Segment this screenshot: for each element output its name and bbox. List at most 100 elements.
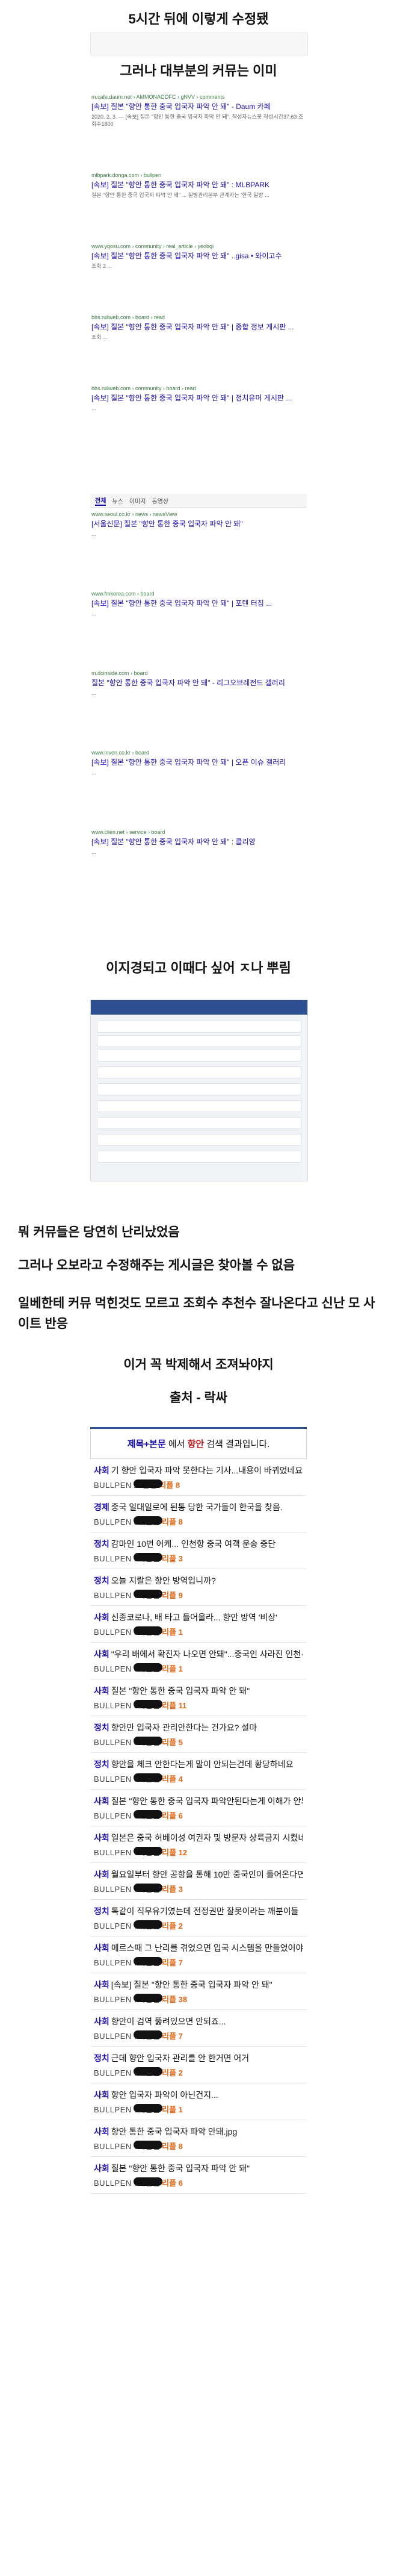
- result-title-link[interactable]: [속보] 질본 "향안 통한 중국 입국자 파악 안 돼" - Daum 카페: [91, 101, 306, 111]
- post-reply-count: 리플 6: [162, 2179, 183, 2188]
- board-post-row[interactable]: 사회 기 향안 입국자 파악 못한다는 기사...내용이 바뀌었네요? BULLPE…: [90, 1459, 307, 1496]
- result-title-link[interactable]: [속보] 질본 "향안 통한 중국 입국자 파악 안 돼" : MLBPARK: [91, 179, 306, 190]
- board-post-row[interactable]: 사회 신종코로나, 배 타고 들어올라... 향안 방역 '비상' BULLPEN …: [90, 1606, 307, 1643]
- post-title[interactable]: 사회 향안 통한 중국 입국자 파악 안돼.jpg: [94, 2126, 303, 2138]
- post-title[interactable]: 사회 신종코로나, 배 타고 들어올라... 향안 방역 '비상': [94, 1611, 303, 1623]
- post-source: BULLPEN: [94, 2068, 132, 2077]
- result-url[interactable]: www.seoul.co.kr › news › newsView: [91, 511, 306, 517]
- post-title[interactable]: 경제 중국 일대일로에 된통 당한 국가들이 한국을 찾음.: [94, 1501, 303, 1513]
- board-post-row[interactable]: 사회 월요일부터 향안 공항을 통해 10만 중국인이 들어온다면 BULLPEN …: [90, 1863, 307, 1900]
- post-title[interactable]: 사회 [속보] 질본 "향안 통한 중국 입국자 파악 안 돼": [94, 1979, 303, 1991]
- post-meta: BULLPEN 6시간전 리플 1: [94, 1663, 303, 1674]
- board-post-row[interactable]: 사회향안 통한 중국 입국자 파악 안돼.jpg BULLPEN 7시간전 리플 …: [90, 2120, 307, 2157]
- caption-riot: 뭐 커뮤들은 당연히 난리났었음: [18, 1225, 180, 1239]
- result-url[interactable]: www.clien.net › service › board: [91, 829, 306, 835]
- post-title[interactable]: 사회 일본은 중국 허베이성 여권자 및 방문자 상륙금지 시켰네요.: [94, 1832, 303, 1844]
- result-title-link[interactable]: 질본 "향안 통한 중국 입국자 파악 안 돼" - 리그오브레전드 갤러리: [91, 677, 306, 688]
- redaction-scribble: [134, 2177, 162, 2186]
- redaction-scribble: [134, 1810, 162, 1818]
- board-post-row[interactable]: 정치감마인 10번 어케... 인천항 중국 여객 운송 중단 BULLPEN 6…: [90, 1532, 307, 1569]
- post-title-text[interactable]: 오늘 지랄은 향안 방역입니까?: [111, 1576, 216, 1585]
- post-title-text[interactable]: [속보] 질본 "향안 통한 중국 입국자 파악 안 돼": [111, 1980, 272, 1990]
- result-url[interactable]: www.fmkorea.com › board: [91, 591, 306, 597]
- result-title-link[interactable]: [속보] 질본 "향안 통한 중국 입국자 파악 안 돼" | 오픈 이슈 갤러…: [91, 757, 306, 767]
- post-title[interactable]: 정치 톡같이 직무유기였는데 전정권만 잘못이라는 깨분이들: [94, 1905, 303, 1917]
- board-post-row[interactable]: 정치근데 향안 입국자 관리를 안 한거면 어거 BULLPEN 7시간전 리플 …: [90, 2047, 307, 2083]
- post-title[interactable]: 사회 기 향안 입국자 파악 못한다는 기사...내용이 바뀌었네요?: [94, 1464, 303, 1476]
- post-title-text[interactable]: 메르스때 그 난리를 겪었으면 입국 시스템을 만들었어야지...: [111, 1943, 303, 1953]
- result-title-link[interactable]: [서울신문] 질본 "향안 통한 중국 입국자 파악 안 돼": [91, 518, 306, 529]
- result-url[interactable]: m.cafe.daum.net › AMMONACOFC › gNVV › co…: [91, 94, 306, 100]
- post-title-text[interactable]: 기 향안 입국자 파악 못한다는 기사...내용이 바뀌었네요?: [111, 1466, 303, 1475]
- post-title[interactable]: 사회 질본 "향안 통한 중국 입국자 파악 안 돼": [94, 2162, 303, 2174]
- board-post-row[interactable]: 정치오늘 지랄은 향안 방역입니까? BULLPEN 7시간전 리플 9: [90, 1569, 307, 1606]
- post-title-text[interactable]: 질본 "향안 통한 중국 입국자 파악 안 돼": [111, 1686, 250, 1696]
- post-title[interactable]: 사회 질본 "향안 통한 중국 입국자 파악안된다는게 이해가 안되는데: [94, 1795, 303, 1807]
- search-results-2: 전체 뉴스 이미지 동영상 www.seoul.co.kr › news › news…: [90, 494, 307, 905]
- board-post-row[interactable]: 사회향안이 검역 뚫려있으면 안되죠... BULLPEN 7시간전 리플 7: [90, 2010, 307, 2047]
- post-title[interactable]: 정치 향안을 체크 안한다는게 말이 안되는건데 황당하네요: [94, 1758, 303, 1770]
- post-title-text[interactable]: 향안을 체크 안한다는게 말이 안되는건데 황당하네요: [111, 1759, 294, 1769]
- search-results-1: m.cafe.daum.net › AMMONACOFC › gNVV › co…: [90, 90, 307, 453]
- post-title[interactable]: 사회 향안이 검역 뚫려있으면 안되죠...: [94, 2015, 303, 2027]
- post-title-text[interactable]: 근데 향안 입국자 관리를 안 한거면 어거: [111, 2053, 249, 2063]
- result-title-link[interactable]: [속보] 질본 "향안 통한 중국 입국자 파악 안 돼" | 포텐 터짐 ..…: [91, 598, 306, 608]
- post-title[interactable]: 사회 향안 입국자 파악이 아닌건지...: [94, 2089, 303, 2101]
- result-url[interactable]: m.dcinside.com › board: [91, 670, 306, 676]
- board-post-row[interactable]: 사회질본 "향안 통한 중국 입국자 파악 안 돼" BULLPEN 7시간전 리…: [90, 2157, 307, 2194]
- post-title[interactable]: 정치 오늘 지랄은 향안 방역입니까?: [94, 1575, 303, 1587]
- result-title-link[interactable]: [속보] 질본 "향안 통한 중국 입국자 파악 안 돼" : 클리앙: [91, 836, 306, 847]
- redaction-scribble: [134, 1553, 162, 1561]
- result-url[interactable]: www.inven.co.kr › board: [91, 750, 306, 756]
- post-reply-count: 리플 7: [162, 2032, 183, 2041]
- post-category: 정치: [94, 2053, 109, 2063]
- post-title[interactable]: 사회 질본 "향안 통한 중국 입국자 파악 안 돼": [94, 1685, 303, 1697]
- post-reply-count: 리플 3: [162, 1554, 183, 1563]
- post-title-text[interactable]: 향안만 입국자 관리안한다는 건가요? 설마: [111, 1723, 257, 1732]
- board-post-row[interactable]: 정치톡같이 직무유기였는데 전정권만 잘못이라는 깨분이들 BULLPEN 7시간…: [90, 1900, 307, 1937]
- post-title[interactable]: 정치 감마인 10번 어케... 인천항 중국 여객 운송 중단: [94, 1538, 303, 1550]
- post-title-text[interactable]: 질본 "향안 통한 중국 입국자 파악 안 돼": [111, 2164, 250, 2173]
- post-category: 정치: [94, 1576, 109, 1585]
- post-title-text[interactable]: 중국 일대일로에 된통 당한 국가들이 한국을 찾음.: [111, 1502, 283, 1512]
- community-screenshot: [90, 1000, 308, 1181]
- result-url[interactable]: bbs.ruliweb.com › board › read: [91, 314, 306, 320]
- post-meta: BULLPEN 7시간전 리플 2: [94, 1920, 303, 1931]
- board-post-row[interactable]: 사회 질본 "향안 통한 중국 입국자 파악안된다는게 이해가 안되는데 BULLP…: [90, 1790, 307, 1826]
- post-source: BULLPEN: [94, 1554, 132, 1563]
- post-title[interactable]: 정치 근데 향안 입국자 관리를 안 한거면 어거: [94, 2052, 303, 2064]
- result-title-link[interactable]: [속보] 질본 "향안 통한 중국 입국자 파악 안 돼" | 종합 정보 게시…: [91, 322, 306, 332]
- post-meta: BULLPEN 7시간전 리플 12: [94, 1846, 303, 1858]
- search-tabs[interactable]: 전체 뉴스 이미지 동영상: [90, 494, 307, 508]
- post-title-text[interactable]: 향안 통한 중국 입국자 파악 안돼.jpg: [111, 2127, 237, 2136]
- result-title-link[interactable]: [속보] 질본 "향안 통한 중국 입국자 파악 안 돼" ..gisa • 와…: [91, 250, 306, 261]
- board-post-row[interactable]: 경제중국 일대일로에 된통 당한 국가들이 한국을 찾음. BULLPEN 3시간…: [90, 1496, 307, 1532]
- post-title-text[interactable]: 향안이 검역 뚫려있으면 안되죠...: [111, 2017, 226, 2026]
- post-title-text[interactable]: 질본 "향안 통한 중국 입국자 파악안된다는게 이해가 안되는데: [111, 1796, 303, 1806]
- board-post-row[interactable]: 사회"우리 배에서 확진자 나오면 안돼"...중국인 사라진 인천·평택...…: [90, 1643, 307, 1679]
- post-title-text[interactable]: 월요일부터 향안 공항을 통해 10만 중국인이 들어온다면: [111, 1870, 303, 1879]
- board-post-row[interactable]: 사회[속보] 질본 "향안 통한 중국 입국자 파악 안 돼" BULLPEN 7…: [90, 1973, 307, 2010]
- board-post-row[interactable]: 사회 일본은 중국 허베이성 여권자 및 방문자 상륙금지 시켰네요. BULLPE…: [90, 1826, 307, 1863]
- result-url[interactable]: www.ygosu.com › community › real_article…: [91, 243, 306, 249]
- post-title-text[interactable]: 향안 입국자 파악이 아닌건지...: [111, 2090, 218, 2100]
- post-title-text[interactable]: 톡같이 직무유기였는데 전정권만 잘못이라는 깨분이들: [111, 1906, 299, 1916]
- post-title[interactable]: 사회 메르스때 그 난리를 겪었으면 입국 시스템을 만들었어야지...: [94, 1942, 303, 1954]
- post-title-text[interactable]: 일본은 중국 허베이성 여권자 및 방문자 상륙금지 시켰네요.: [111, 1833, 303, 1843]
- post-title[interactable]: 정치 향안만 입국자 관리안한다는 건가요? 설마: [94, 1722, 303, 1734]
- post-reply-count: 리플 1: [162, 1628, 183, 1637]
- board-post-row[interactable]: 사회 메르스때 그 난리를 겪었으면 입국 시스템을 만들었어야지... BULLP…: [90, 1937, 307, 1973]
- post-title-text[interactable]: 감마인 10번 어케... 인천항 중국 여객 운송 중단: [111, 1539, 275, 1549]
- post-title-text[interactable]: 신종코로나, 배 타고 들어올라... 향안 방역 '비상': [111, 1613, 277, 1622]
- board-post-row[interactable]: 정치향안만 입국자 관리안한다는 건가요? 설마 BULLPEN 6시간전 리플 …: [90, 1716, 307, 1753]
- post-title-text[interactable]: "우리 배에서 확진자 나오면 안돼"...중국인 사라진 인천·평택...: [111, 1649, 303, 1659]
- board-post-row[interactable]: 사회질본 "향안 통한 중국 입국자 파악 안 돼" BULLPEN 6시간전 리…: [90, 1679, 307, 1716]
- post-title[interactable]: 사회 월요일부터 향안 공항을 통해 10만 중국인이 들어온다면: [94, 1868, 303, 1881]
- post-title[interactable]: 사회"우리 배에서 확진자 나오면 안돼"...중국인 사라진 인천·평택...: [94, 1648, 303, 1660]
- result-url[interactable]: mlbpark.donga.com › bullpen: [91, 172, 306, 178]
- result-title-link[interactable]: [속보] 질본 "향안 통한 중국 입국자 파악 안 돼" | 정치유머 게시판…: [91, 393, 306, 403]
- result-url[interactable]: bbs.ruliweb.com › community › board › re…: [91, 385, 306, 391]
- search-result: bbs.ruliweb.com › board › read [속보] 질본 "향…: [90, 311, 307, 347]
- board-post-row[interactable]: 정치향안을 체크 안한다는게 말이 안되는건데 황당하네요 BULLPEN 6시간…: [90, 1753, 307, 1790]
- board-post-row[interactable]: 사회향안 입국자 파악이 아닌건지... BULLPEN 7시간전 리플 1: [90, 2083, 307, 2120]
